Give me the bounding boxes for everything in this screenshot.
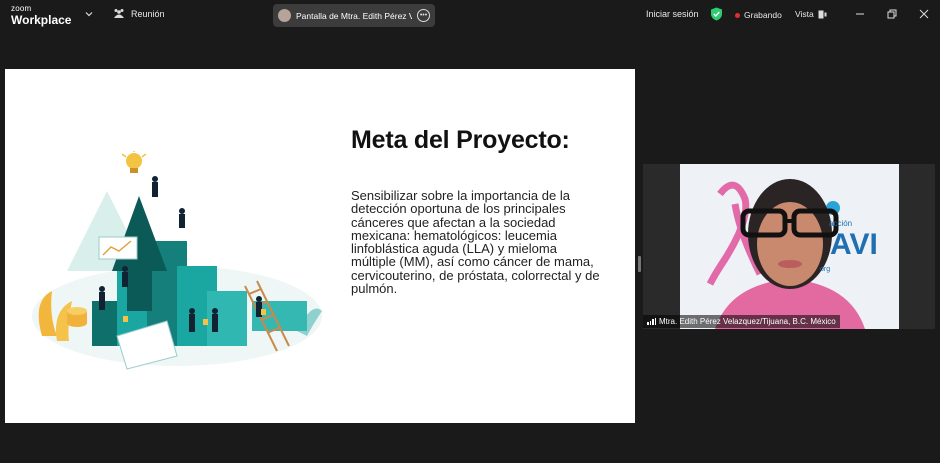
shared-screen-slide: Meta del Proyecto: Sensibilizar sobre la… bbox=[5, 69, 635, 423]
brand-large: Workplace bbox=[11, 13, 72, 27]
shield-icon[interactable] bbox=[710, 7, 723, 21]
restore-icon bbox=[887, 9, 897, 19]
avatar bbox=[278, 9, 291, 22]
view-button[interactable]: Vista bbox=[795, 9, 827, 19]
slide-body-text: Sensibilizar sobre la importancia de la … bbox=[351, 188, 600, 297]
signin-button[interactable]: Iniciar sesión bbox=[646, 9, 699, 19]
minimize-icon bbox=[856, 13, 864, 15]
restore-button[interactable] bbox=[884, 6, 900, 22]
chevron-down-icon[interactable] bbox=[84, 9, 94, 19]
title-bar: zoom Workplace Reunión Pantalla de Mtra.… bbox=[0, 0, 940, 30]
screen-share-indicator[interactable]: Pantalla de Mtra. Edith Pérez Velá ••• bbox=[273, 4, 435, 27]
signal-icon bbox=[647, 318, 656, 325]
panel-resize-handle[interactable] bbox=[638, 256, 641, 272]
recording-label: Grabando bbox=[744, 10, 782, 20]
close-icon bbox=[919, 9, 929, 19]
view-label: Vista bbox=[795, 9, 814, 19]
meeting-menu[interactable]: Reunión bbox=[113, 8, 165, 19]
slide-title: Meta del Proyecto: bbox=[351, 126, 570, 154]
staircase-illustration bbox=[32, 151, 322, 370]
participant-nameplate: Mtra. Edith Pérez Velazquez/Tijuana, B.C… bbox=[643, 315, 840, 328]
brand-small: zoom bbox=[11, 4, 32, 13]
more-icon[interactable]: ••• bbox=[417, 9, 430, 22]
zoom-logo: zoom Workplace bbox=[11, 4, 72, 27]
recording-indicator[interactable]: Grabando bbox=[735, 10, 782, 20]
participant-video: C AVI acción org bbox=[680, 164, 899, 329]
share-label: Pantalla de Mtra. Edith Pérez Velá bbox=[296, 10, 412, 21]
record-dot-icon bbox=[735, 12, 740, 18]
participant-video-tile[interactable]: C AVI acción org Mtra. Edith Pérez Velaz… bbox=[643, 164, 935, 329]
participant-image: C AVI bbox=[680, 164, 899, 329]
meeting-icon bbox=[114, 9, 124, 18]
background-text-2: org bbox=[820, 266, 831, 273]
view-icon bbox=[818, 10, 827, 18]
minimize-button[interactable] bbox=[852, 6, 868, 22]
background-text: acción bbox=[829, 219, 853, 228]
meeting-label: Reunión bbox=[131, 8, 165, 19]
participant-name: Mtra. Edith Pérez Velazquez/Tijuana, B.C… bbox=[659, 317, 836, 326]
close-button[interactable] bbox=[916, 6, 932, 22]
